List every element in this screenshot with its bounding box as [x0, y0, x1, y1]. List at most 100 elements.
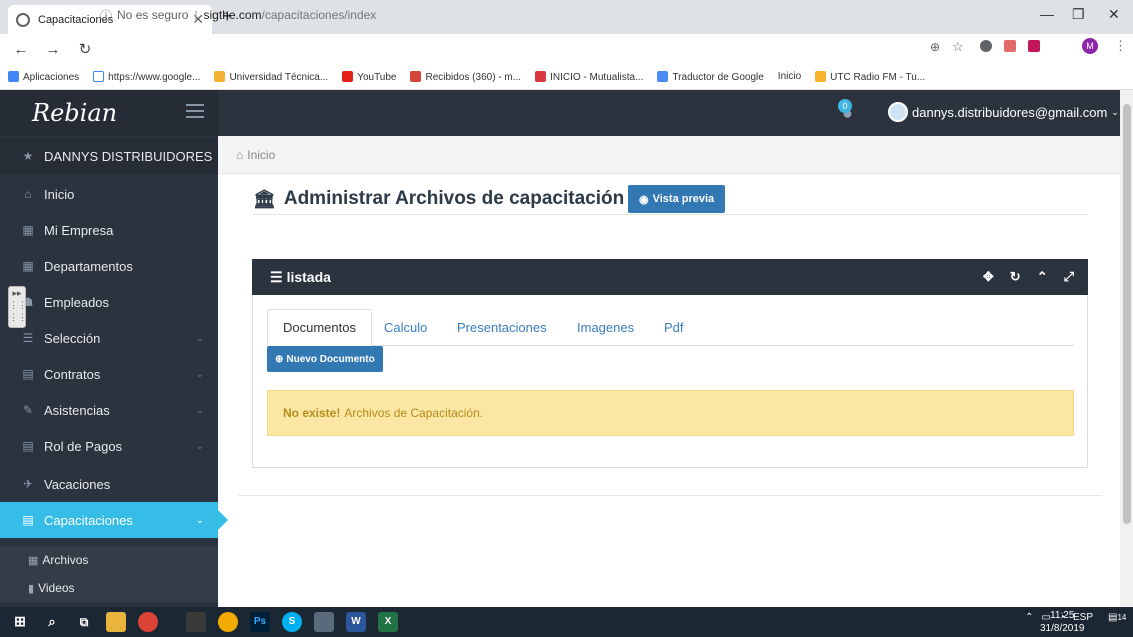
bank-icon: ▦	[22, 223, 34, 237]
url-path: /capacitaciones/index	[261, 8, 377, 22]
network-icon[interactable]: ⌃	[1025, 612, 1033, 623]
bank-icon: ▦	[22, 259, 34, 273]
sidebar-item-seleccion[interactable]: ☰ Selección ⌄	[0, 320, 218, 356]
title-divider	[253, 214, 1087, 215]
photoshop-icon[interactable]: Ps	[250, 612, 270, 632]
notifications-icon[interactable]: ● 0	[836, 99, 858, 123]
plus-circle-icon: ⊕	[275, 353, 284, 365]
app-icon[interactable]	[218, 612, 238, 632]
move-icon[interactable]: ✥	[983, 269, 994, 285]
extension-icon[interactable]	[1028, 40, 1040, 52]
scrollbar-thumb[interactable]	[1123, 104, 1131, 524]
file-explorer-icon[interactable]	[106, 612, 126, 632]
forward-icon[interactable]: →	[42, 41, 64, 58]
sidebar-item-rol-de-pagos[interactable]: ▤ Rol de Pagos ⌄	[0, 428, 218, 464]
windows-start-icon[interactable]: ⊞	[10, 612, 30, 632]
zoom-icon[interactable]: ⊕	[930, 40, 940, 54]
sidebar-item-capacitaciones[interactable]: ▤ Capacitaciones ⌄	[0, 502, 228, 538]
app-icon[interactable]	[314, 612, 334, 632]
task-view-icon[interactable]: ⧉	[74, 612, 94, 632]
bookmark-item[interactable]: INICIO - Mutualista...	[535, 70, 643, 83]
bookmark-item[interactable]: https://www.google...	[93, 70, 200, 83]
preview-button[interactable]: ◉ Vista previa	[628, 185, 726, 213]
bookmarks-bar: Aplicaciones https://www.google... Unive…	[0, 64, 1133, 90]
breadcrumb-inicio[interactable]: Inicio	[247, 148, 275, 162]
sidebar-item-vacaciones[interactable]: ✈ Vacaciones	[0, 466, 218, 502]
table-icon: ▤	[22, 513, 34, 527]
sidebar-item-mi-empresa[interactable]: ▦ Mi Empresa	[0, 212, 218, 248]
sidebar-item-inicio[interactable]: ⌂ Inicio	[0, 176, 218, 212]
bookmark-item[interactable]: Traductor de Google	[657, 70, 764, 83]
panel-header: ☰ listada ✥ ↻ ⌃ ⤢	[252, 259, 1088, 295]
tab-calculo[interactable]: Calculo	[369, 309, 442, 346]
drag-handle-icon[interactable]: ▸▸ ⋮⋮ ⋮⋮	[8, 286, 27, 328]
chevron-down-icon: ⌄	[195, 514, 204, 526]
panel-title: listada	[286, 269, 331, 285]
excel-icon[interactable]: X	[378, 612, 398, 632]
user-menu[interactable]: dannys.distribuidores@gmail.com ⌄	[888, 102, 1119, 122]
skype-icon[interactable]: S	[282, 612, 302, 632]
action-center-icon[interactable]: ▤14	[1108, 612, 1126, 623]
close-window-button[interactable]: ✕	[1108, 6, 1120, 23]
breadcrumb: ⌂ Inicio	[218, 136, 1120, 174]
chevron-down-icon: ⌄	[195, 440, 204, 452]
sidebar: ★ DANNYS DISTRIBUIDORES ⌂ Inicio ▦ Mi Empre…	[0, 136, 228, 607]
bookmark-item[interactable]: Recibidos (360) - m...	[410, 70, 521, 83]
bank-icon: 🏛	[253, 188, 276, 209]
user-email: dannys.distribuidores@gmail.com	[912, 104, 1108, 120]
clock-time: 11:25	[1050, 610, 1075, 621]
app-icon[interactable]	[186, 612, 206, 632]
tab-documentos[interactable]: Documentos	[267, 309, 372, 346]
word-icon[interactable]: W	[346, 612, 366, 632]
sidebar-subitem-videos[interactable]: ▮ Videos	[0, 574, 218, 602]
page-title: 🏛 Administrar Archivos de capacitación	[253, 188, 625, 209]
tab-imagenes[interactable]: Imagenes	[562, 309, 649, 346]
notification-badge: 0	[838, 99, 852, 113]
url-field[interactable]: ⓘ No es seguro | sigthe.com /capacitacio…	[100, 4, 970, 26]
back-icon[interactable]: ←	[10, 41, 32, 58]
home-icon: ⌂	[24, 187, 32, 201]
warning-alert: No existe! Archivos de Capacitación.	[267, 390, 1074, 436]
chrome-icon[interactable]	[138, 612, 158, 632]
new-document-button[interactable]: ⊕ Nuevo Documento	[267, 346, 383, 372]
tab-pdf[interactable]: Pdf	[649, 309, 699, 346]
clock-date: 31/8/2019	[1040, 623, 1085, 634]
bookmark-item[interactable]: Aplicaciones	[8, 70, 79, 83]
sidebar-item-empleados[interactable]: ☗ Empleados	[0, 284, 218, 320]
star-icon: ★	[22, 149, 34, 163]
list-icon: ☰	[22, 331, 34, 345]
table-icon: ▤	[22, 439, 34, 453]
sidebar-item-asistencias[interactable]: ✎ Asistencias ⌄	[0, 392, 218, 428]
alert-text: Archivos de Capacitación.	[344, 406, 484, 420]
search-icon[interactable]: ⌕	[42, 612, 62, 632]
tab-presentaciones[interactable]: Presentaciones	[442, 309, 562, 346]
expand-icon[interactable]: ⤢	[1064, 269, 1074, 285]
bookmark-item[interactable]: Inicio	[778, 71, 801, 82]
profile-avatar[interactable]: M	[1082, 38, 1098, 54]
url-separator: |	[194, 8, 198, 22]
star-icon[interactable]: ☆	[952, 39, 964, 55]
list-icon: ☰	[270, 268, 283, 285]
minimize-button[interactable]: —	[1040, 6, 1054, 22]
user-avatar	[888, 102, 908, 122]
refresh-icon[interactable]: ↻	[1010, 269, 1021, 285]
info-icon[interactable]: ⓘ	[100, 7, 112, 24]
chevron-down-icon: ⌄	[1111, 106, 1119, 117]
bookmark-item[interactable]: Universidad Técnica...	[214, 70, 328, 83]
hamburger-menu-icon[interactable]	[186, 104, 204, 118]
collapse-icon[interactable]: ⌃	[1037, 269, 1048, 285]
sidebar-company: ★ DANNYS DISTRIBUIDORES	[0, 138, 218, 174]
restore-button[interactable]: ❐	[1072, 6, 1085, 23]
sidebar-subitem-archivos[interactable]: ▦ Archivos	[0, 546, 218, 574]
reload-icon[interactable]: ↻	[74, 40, 96, 58]
bookmark-item[interactable]: UTC Radio FM - Tu...	[815, 70, 925, 83]
grid-icon: ▦	[28, 554, 39, 567]
plane-icon: ✈	[22, 477, 34, 491]
extension-icon[interactable]	[980, 40, 992, 52]
sidebar-item-departamentos[interactable]: ▦ Departamentos	[0, 248, 218, 284]
extension-icon[interactable]	[1004, 40, 1016, 52]
bookmark-item[interactable]: YouTube	[342, 70, 396, 83]
sidebar-item-contratos[interactable]: ▤ Contratos ⌄	[0, 356, 218, 392]
menu-icon[interactable]: ⋮	[1114, 38, 1127, 54]
clock[interactable]: 11:25 31/8/2019	[1040, 609, 1085, 635]
